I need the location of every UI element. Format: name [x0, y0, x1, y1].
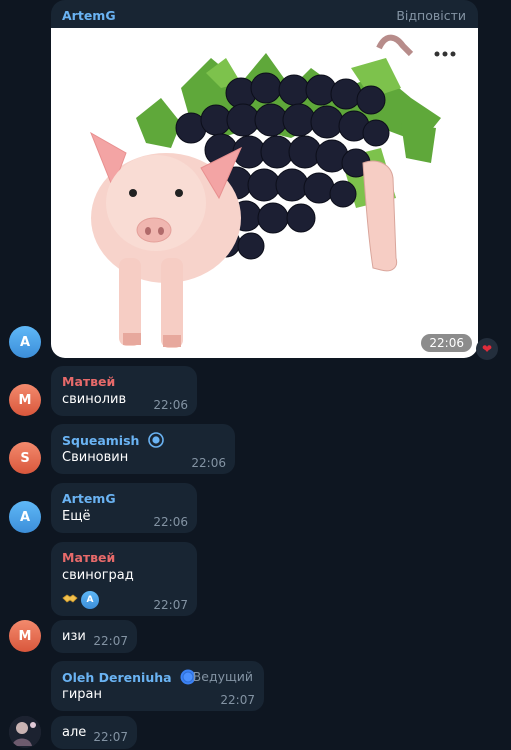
message-time: 22:06 [153, 515, 188, 529]
reaction-chip[interactable]: A [62, 590, 99, 610]
chat-history: ArtemG Відповісти 22:06 ❤ A Матвей свино… [0, 0, 511, 750]
more-options-icon[interactable] [434, 46, 456, 61]
message-text: свиноград [62, 568, 134, 583]
message-bubble[interactable]: але 22:07 [51, 716, 137, 749]
avatar[interactable]: A [9, 326, 41, 358]
pig-grapes-image[interactable]: 22:06 [51, 28, 478, 358]
sender-name[interactable]: Матвей [62, 550, 115, 565]
sender-name[interactable]: ArtemG [62, 8, 116, 23]
message-text: Свиновин [62, 450, 129, 465]
message-text: але [62, 725, 87, 740]
avatar[interactable]: A [9, 501, 41, 533]
handshake-icon [62, 592, 78, 608]
message-bubble[interactable]: ArtemG Ещё 22:06 [51, 483, 197, 533]
message-bubble[interactable]: Матвей свинолив 22:06 [51, 366, 197, 416]
message-bubble[interactable]: Oleh Dereniuha Ведущий гиран 22:07 [51, 661, 264, 711]
message-text: Ещё [62, 509, 91, 524]
message-text: свинолив [62, 392, 127, 407]
message-time: 22:07 [220, 693, 255, 707]
reaction-avatar: A [81, 591, 99, 609]
message-bubble[interactable]: Матвей свиноград A 22:07 [51, 542, 197, 616]
message-text: изи [62, 629, 86, 644]
message-time: 22:06 [421, 334, 472, 352]
reply-button[interactable]: Відповісти [396, 8, 466, 23]
message-text: гиран [62, 687, 102, 702]
message-time: 22:06 [153, 398, 188, 412]
sender-name-line: Squeamish [62, 432, 164, 451]
sender-name[interactable]: ArtemG [62, 491, 116, 506]
message-time: 22:07 [93, 634, 128, 648]
message-image-bubble[interactable]: ArtemG Відповісти 22:06 [51, 0, 478, 358]
avatar[interactable] [9, 716, 41, 748]
message-time: 22:06 [191, 456, 226, 470]
avatar[interactable]: M [9, 620, 41, 652]
user-photo-icon [9, 716, 41, 748]
sender-name[interactable]: Oleh Dereniuha [62, 670, 172, 685]
message-bubble[interactable]: Squeamish Свиновин 22:06 [51, 424, 235, 474]
pig-grapes-illustration [90, 34, 441, 348]
verified-badge-icon [147, 432, 164, 451]
message-time: 22:07 [153, 598, 188, 612]
heart-icon[interactable]: ❤ [476, 338, 498, 360]
message-bubble[interactable]: изи 22:07 [51, 620, 137, 653]
member-role-label: Ведущий [192, 669, 253, 684]
sender-name[interactable]: Матвей [62, 374, 115, 389]
avatar[interactable]: S [9, 442, 41, 474]
sender-name-line: Oleh Dereniuha [62, 669, 196, 688]
message-time: 22:07 [93, 730, 128, 744]
sender-name[interactable]: Squeamish [62, 433, 139, 448]
avatar[interactable]: M [9, 384, 41, 416]
